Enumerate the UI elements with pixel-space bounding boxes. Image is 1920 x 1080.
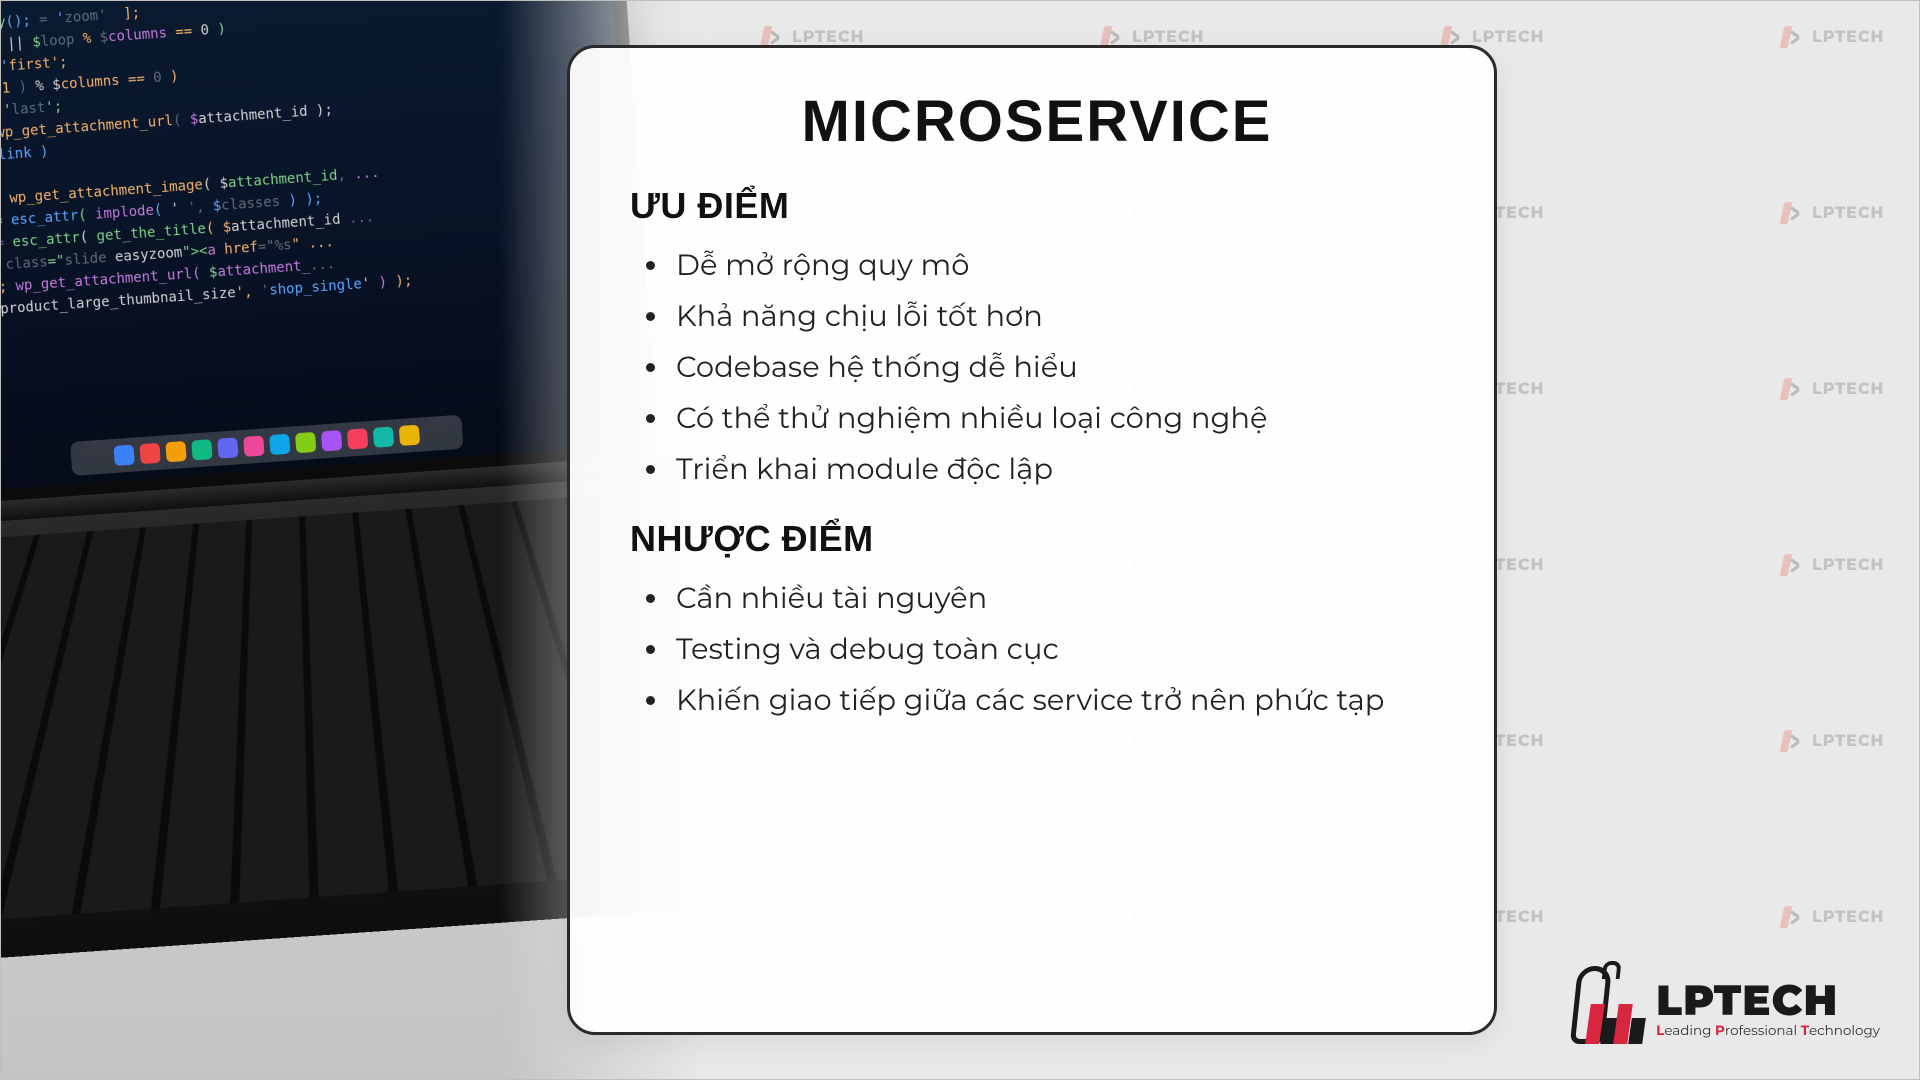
dock-app-icon bbox=[373, 426, 394, 447]
watermark-stamp: LPTECH bbox=[1780, 200, 1884, 226]
list-item: Có thể thử nghiệm nhiều loại công nghệ bbox=[658, 394, 1444, 445]
brand-name: LPTECH bbox=[1656, 979, 1880, 1021]
dock-app-icon bbox=[269, 434, 290, 455]
content-card: MICROSERVICE ƯU ĐIỂM Dễ mở rộng quy môKh… bbox=[567, 45, 1497, 1035]
cons-heading: NHƯỢC ĐIỂM bbox=[630, 518, 1444, 560]
watermark-stamp: LPTECH bbox=[1780, 728, 1884, 754]
cons-list: Cần nhiều tài nguyênTesting và debug toà… bbox=[630, 574, 1444, 727]
pros-heading: ƯU ĐIỂM bbox=[630, 185, 1444, 227]
dock-app-icon bbox=[113, 445, 134, 466]
dock-app-icon bbox=[191, 439, 212, 460]
watermark-text: LPTECH bbox=[1812, 380, 1884, 399]
dock-app-icon bbox=[165, 441, 186, 462]
watermark-stamp: LPTECH bbox=[1780, 552, 1884, 578]
list-item: Dễ mở rộng quy mô bbox=[658, 241, 1444, 292]
watermark-icon bbox=[1780, 552, 1806, 578]
watermark-text: LPTECH bbox=[792, 28, 864, 47]
watermark-stamp: LPTECH bbox=[1780, 904, 1884, 930]
dock-app-icon bbox=[347, 428, 368, 449]
pros-list: Dễ mở rộng quy môKhả năng chịu lỗi tốt h… bbox=[630, 241, 1444, 496]
macos-dock-icon bbox=[70, 415, 463, 476]
watermark-stamp: LPTECH bbox=[1780, 376, 1884, 402]
card-title: MICROSERVICE bbox=[630, 88, 1444, 155]
brand-logo: LPTECH Leading Professional Technology bbox=[1566, 966, 1880, 1052]
list-item: Khả năng chịu lỗi tốt hơn bbox=[658, 292, 1444, 343]
dock-app-icon bbox=[321, 430, 342, 451]
watermark-text: LPTECH bbox=[1812, 908, 1884, 927]
dock-app-icon bbox=[399, 425, 420, 446]
dock-app-icon bbox=[139, 443, 160, 464]
list-item: Triển khai module độc lập bbox=[658, 445, 1444, 496]
watermark-icon bbox=[1780, 24, 1806, 50]
watermark-stamp: LPTECH bbox=[1780, 24, 1884, 50]
watermark-icon bbox=[1780, 728, 1806, 754]
dock-app-icon bbox=[243, 436, 264, 457]
list-item: Codebase hệ thống dễ hiểu bbox=[658, 343, 1444, 394]
dock-app-icon bbox=[295, 432, 316, 453]
brand-tagline: Leading Professional Technology bbox=[1656, 1023, 1880, 1039]
watermark-icon bbox=[1780, 904, 1806, 930]
dock-app-icon bbox=[217, 437, 238, 458]
watermark-text: LPTECH bbox=[1812, 28, 1884, 47]
watermark-icon bbox=[1780, 200, 1806, 226]
watermark-text: LPTECH bbox=[1812, 556, 1884, 575]
list-item: Testing và debug toàn cục bbox=[658, 625, 1444, 676]
watermark-text: LPTECH bbox=[1812, 204, 1884, 223]
list-item: Cần nhiều tài nguyên bbox=[658, 574, 1444, 625]
watermark-icon bbox=[1780, 376, 1806, 402]
brand-mark-icon bbox=[1566, 966, 1644, 1052]
watermark-text: LPTECH bbox=[1812, 732, 1884, 751]
watermark-text: LPTECH bbox=[1472, 28, 1544, 47]
list-item: Khiến giao tiếp giữa các service trở nên… bbox=[658, 676, 1444, 727]
watermark-text: LPTECH bbox=[1132, 28, 1204, 47]
slide-canvas: LPTECHLPTECHLPTECHLPTECHLPTECHLPTECHLPTE… bbox=[0, 0, 1920, 1080]
